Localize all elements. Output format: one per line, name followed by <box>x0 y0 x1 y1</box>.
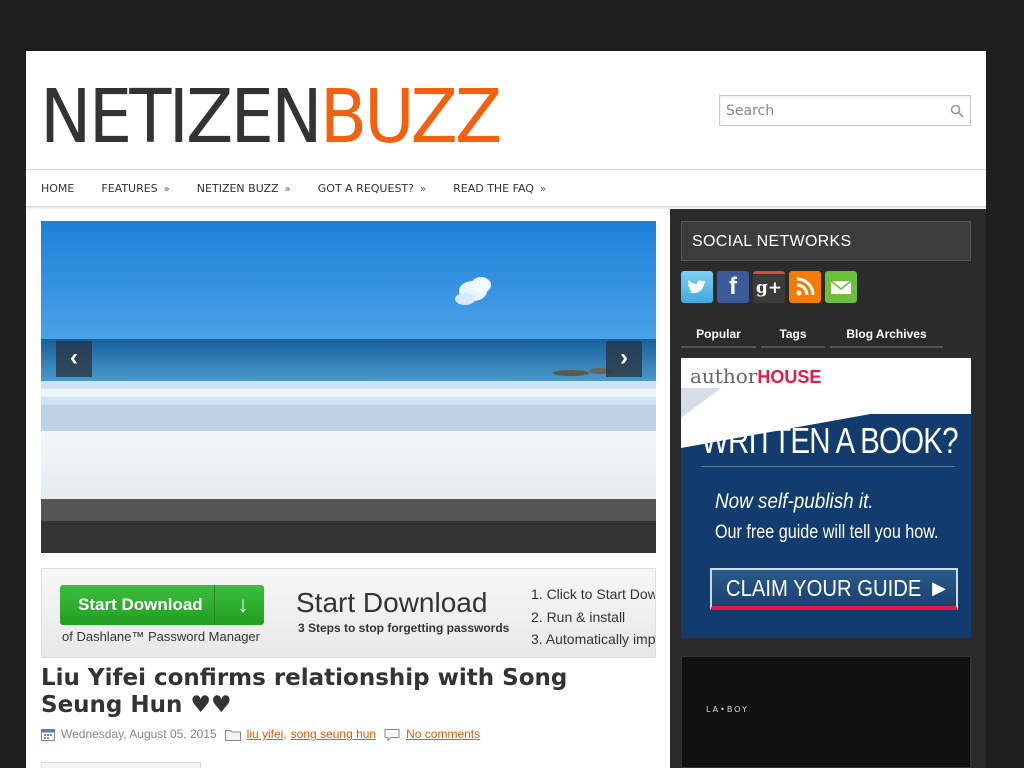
email-icon[interactable] <box>825 271 857 303</box>
tab-popular[interactable]: Popular <box>681 322 756 348</box>
ad-title: Start Download <box>296 587 488 618</box>
tag-link-song-seung-hun[interactable]: song seung hun <box>291 727 376 741</box>
chevron-right-icon: » <box>163 184 170 195</box>
nav-item-label: HOME <box>41 182 75 195</box>
post-meta: Wednesday, August 05, 2015 liu yifei, so… <box>41 727 480 741</box>
site-logo[interactable]: NETIZENBUZZ <box>40 79 502 155</box>
nav-item-read-the-faq[interactable]: READ THE FAQ » <box>453 182 546 195</box>
ad-button-label: Start Download <box>78 595 203 614</box>
rss-icon[interactable] <box>789 271 821 303</box>
tab-tags[interactable]: Tags <box>761 322 825 348</box>
brand-part-author: author <box>690 364 758 388</box>
chevron-right-icon: » <box>419 184 427 195</box>
nav-item-home[interactable]: HOME <box>41 182 74 195</box>
ad-subtitle: of Dashlane™ Password Manager <box>62 629 260 644</box>
comments-link[interactable]: No comments <box>406 727 480 741</box>
folder-icon <box>224 729 241 741</box>
image-slider: ‹ › <box>41 221 656 553</box>
sidebar-tabs: Popular Tags Blog Archives <box>681 322 948 348</box>
post-date: Wednesday, August 05, 2015 <box>61 727 217 741</box>
ad-step: 2. Run & install <box>531 608 626 625</box>
calendar-icon <box>41 728 55 741</box>
download-arrow-icon: ↓ <box>237 592 249 617</box>
logo-part-netizen: NETIZEN <box>40 74 323 160</box>
nav-item-label: READ THE FAQ <box>453 182 534 195</box>
ad-start-download-button[interactable]: Start Download ↓ <box>60 585 264 625</box>
search-icon[interactable] <box>950 104 964 118</box>
slide-caption-bar <box>41 499 656 521</box>
sidebar: SOCIAL NETWORKS f g+ Popular Tags Blog A… <box>670 209 986 768</box>
slide-beach-image[interactable] <box>41 221 656 499</box>
logo-part-buzz: BUZZ <box>319 74 502 160</box>
ad-step: 1. Click to Start Dow <box>531 586 656 602</box>
slider-next-button[interactable]: › <box>606 341 642 377</box>
comment-icon <box>384 728 400 741</box>
google-plus-icon[interactable]: g+ <box>753 271 785 303</box>
social-icons: f g+ <box>681 271 861 303</box>
slide-footer <box>41 521 656 553</box>
social-networks-heading: SOCIAL NETWORKS <box>681 221 971 261</box>
header: NETIZENBUZZ <box>26 51 986 169</box>
lazboy-ad[interactable]: LA•BOY <box>681 656 971 768</box>
page-container: NETIZENBUZZ HOME FEATURES » NETIZEN BUZZ »… <box>26 51 986 768</box>
post-title[interactable]: Liu Yifei confirms relationship with Son… <box>41 665 641 719</box>
ad-line-2: Our free guide will tell you how. <box>715 522 939 543</box>
lazboy-logo: LA•BOY <box>706 705 749 714</box>
facebook-icon[interactable]: f <box>717 271 749 303</box>
search-box <box>719 95 971 126</box>
ad-step: 3. Automatically imp <box>531 631 656 647</box>
tag-separator: , <box>283 727 287 741</box>
nav-item-label: GOT A REQUEST? <box>317 182 414 195</box>
play-arrow-icon: ▶ <box>932 578 946 598</box>
ad-tagline: 3 Steps to stop forgetting passwords <box>298 621 510 635</box>
authorhouse-logo: authorHOUSE <box>690 364 821 388</box>
brand-part-house: HOUSE <box>757 367 822 387</box>
ad-headline: WRITTEN A BOOK? <box>701 420 959 461</box>
nav-item-label: NETIZEN BUZZ <box>196 182 279 195</box>
authorhouse-ad[interactable]: authorHOUSE WRITTEN A BOOK? Now self-pub… <box>681 358 971 638</box>
tag-link-liu-yifei[interactable]: liu yifei <box>247 727 284 741</box>
cta-label: CLAIM YOUR GUIDE <box>726 575 922 601</box>
ad-steps: 1. Click to Start Dow 2. Run & install 3… <box>531 583 656 651</box>
dashlane-ad-banner[interactable]: Start Download ↓ of Dashlane™ Password M… <box>41 568 656 658</box>
chevron-right-icon: » <box>539 184 547 195</box>
chevron-right-icon: » <box>284 184 291 195</box>
ad-button-divider <box>214 585 215 625</box>
slider-prev-button[interactable]: ‹ <box>56 341 92 377</box>
ad-divider <box>701 466 955 467</box>
nav-item-got-a-request[interactable]: GOT A REQUEST? » <box>318 182 426 195</box>
nav-item-label: FEATURES <box>101 182 158 195</box>
tab-blog-archives[interactable]: Blog Archives <box>830 322 943 348</box>
ad-line-1: Now self-publish it. <box>715 490 874 513</box>
claim-your-guide-button[interactable]: CLAIM YOUR GUIDE ▶ <box>710 568 958 610</box>
search-input[interactable] <box>720 96 940 125</box>
main-nav: HOME FEATURES » NETIZEN BUZZ » GOT A REQUE… <box>26 169 986 207</box>
twitter-icon[interactable] <box>681 271 713 303</box>
nav-item-netizen-buzz[interactable]: NETIZEN BUZZ » <box>197 182 291 195</box>
post-thumbnail[interactable] <box>41 762 201 768</box>
nav-item-features[interactable]: FEATURES » <box>101 182 169 195</box>
